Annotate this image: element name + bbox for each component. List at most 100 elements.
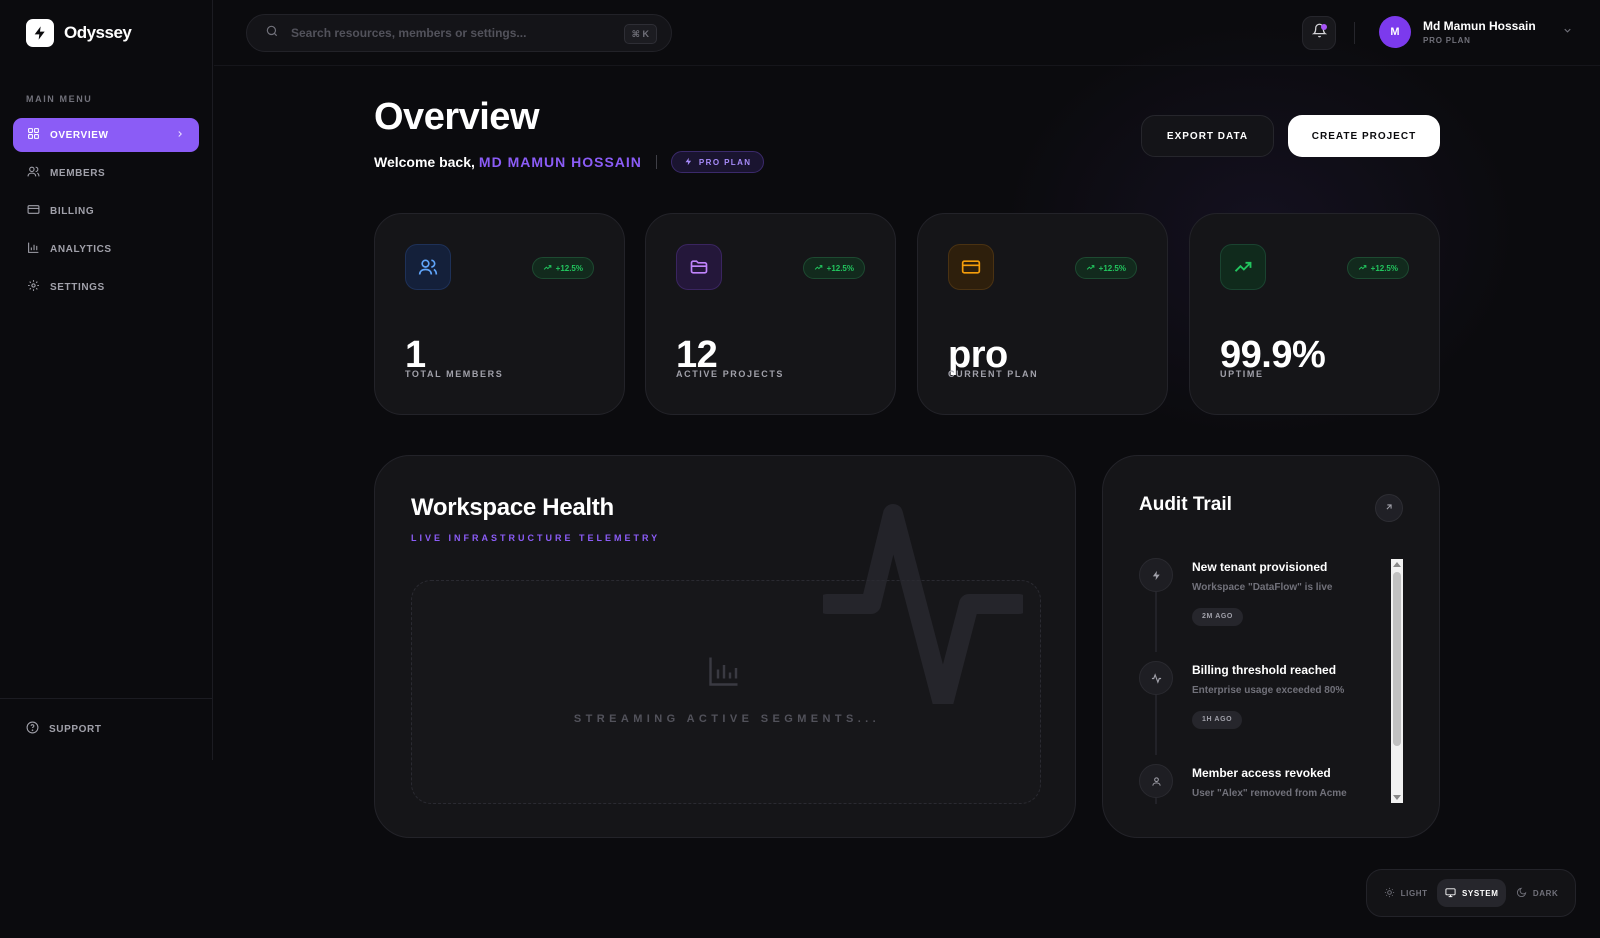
timestamp-badge: 2M AGO [1192, 608, 1243, 626]
trend-value: +12.5% [1370, 263, 1398, 273]
trending-up-icon [1220, 244, 1266, 290]
chevron-right-icon [175, 129, 185, 142]
sidebar-item-label: SETTINGS [50, 281, 105, 293]
trend-value: +12.5% [826, 263, 854, 273]
sidebar-item-billing[interactable]: BILLING [13, 194, 199, 228]
scroll-down-arrow-icon[interactable] [1393, 795, 1401, 800]
theme-switcher: LIGHT SYSTEM DARK [1366, 869, 1576, 917]
sidebar-item-analytics[interactable]: ANALYTICS [13, 232, 199, 266]
sidebar-nav: OVERVIEW MEMBERS BILLING ANALYTICS SETTI… [13, 118, 199, 308]
audit-trail-card: Audit Trail New tenant provisioned Works… [1102, 455, 1440, 838]
welcome-prefix: Welcome back, [374, 154, 475, 170]
theme-option-label: SYSTEM [1461, 888, 1499, 898]
stat-card-active-projects: +12.5% 12 ACTIVE PROJECTS [645, 213, 896, 415]
logo[interactable]: Odyssey [26, 19, 132, 47]
bar-chart-icon [27, 241, 40, 257]
stat-label: CURRENT PLAN [948, 369, 1039, 379]
sidebar-item-label: BILLING [50, 205, 95, 217]
trend-badge: +12.5% [531, 257, 594, 279]
support-label: SUPPORT [49, 723, 102, 735]
credit-card-icon [27, 203, 40, 219]
users-icon [405, 244, 451, 290]
topbar: ⌘ K M Md Mamun Hossain PRO PLAN [214, 0, 1600, 66]
export-data-button[interactable]: EXPORT DATA [1141, 115, 1274, 157]
trend-value: +12.5% [1098, 263, 1126, 273]
audit-item-title: Billing threshold reached [1192, 663, 1337, 677]
activity-icon [1139, 661, 1173, 695]
theme-option-dark[interactable]: DARK [1508, 879, 1567, 907]
scroll-up-arrow-icon[interactable] [1393, 562, 1401, 567]
avatar: M [1379, 16, 1411, 48]
trending-up-icon [543, 263, 552, 274]
search-icon [265, 24, 279, 43]
bolt-icon [684, 157, 693, 168]
stat-label: UPTIME [1220, 369, 1264, 379]
audit-item-title: New tenant provisioned [1192, 560, 1328, 574]
stat-card-uptime: +12.5% 99.9% UPTIME [1189, 213, 1440, 415]
timeline-connector [1155, 592, 1157, 652]
keyboard-shortcut-badge: ⌘ K [623, 24, 657, 44]
user-menu[interactable]: M Md Mamun Hossain PRO PLAN [1379, 16, 1573, 48]
timeline-connector [1155, 695, 1157, 755]
sidebar-item-label: ANALYTICS [50, 243, 112, 255]
card-title: Workspace Health [411, 494, 614, 521]
card-title: Audit Trail [1139, 494, 1232, 515]
sidebar-item-settings[interactable]: SETTINGS [13, 270, 199, 304]
sidebar-item-label: OVERVIEW [50, 129, 109, 141]
gear-icon [27, 279, 40, 295]
support-link[interactable]: SUPPORT [0, 698, 213, 737]
trend-value: +12.5% [555, 263, 583, 273]
sidebar-item-overview[interactable]: OVERVIEW [13, 118, 199, 152]
main-menu-label: MAIN MENU [26, 94, 93, 104]
streaming-status: STREAMING ACTIVE SEGMENTS... [573, 713, 881, 725]
monitor-icon [1445, 887, 1456, 900]
audit-item-description: Workspace "DataFlow" is live [1192, 582, 1333, 593]
list-item[interactable]: Billing threshold reached Enterprise usa… [1139, 661, 1379, 764]
chevron-down-icon [1562, 23, 1573, 41]
trending-up-icon [1086, 263, 1095, 274]
list-item[interactable]: New tenant provisioned Workspace "DataFl… [1139, 558, 1379, 661]
user-name: Md Mamun Hossain [1423, 19, 1536, 33]
app-name: Odyssey [64, 23, 132, 42]
folder-icon [676, 244, 722, 290]
theme-option-system[interactable]: SYSTEM [1436, 879, 1507, 907]
theme-option-label: DARK [1532, 888, 1559, 898]
sidebar-item-label: MEMBERS [50, 167, 106, 179]
theme-option-light[interactable]: LIGHT [1376, 879, 1436, 907]
card-subtitle: LIVE INFRASTRUCTURE TELEMETRY [411, 533, 661, 543]
notification-dot [1321, 24, 1327, 30]
audit-scrollbar[interactable] [1391, 559, 1403, 803]
notifications-button[interactable] [1302, 16, 1336, 50]
plan-badge: PRO PLAN [670, 151, 765, 173]
search-input[interactable] [291, 26, 611, 40]
bolt-icon [1139, 558, 1173, 592]
welcome-line: Welcome back, MD MAMUN HOSSAIN PRO PLAN [374, 151, 765, 173]
timestamp-badge: 1H AGO [1192, 711, 1243, 729]
bar-chart-icon [706, 653, 742, 694]
moon-icon [1516, 887, 1527, 900]
users-icon [27, 165, 40, 181]
list-item[interactable]: Member access revoked User "Alex" remove… [1139, 764, 1379, 804]
timeline-connector [1155, 798, 1157, 804]
stat-card-current-plan: +12.5% pro CURRENT PLAN [917, 213, 1168, 415]
create-project-button[interactable]: CREATE PROJECT [1288, 115, 1440, 157]
audit-item-description: Enterprise usage exceeded 80% [1192, 685, 1345, 696]
search-bar[interactable]: ⌘ K [246, 14, 672, 52]
divider [1354, 22, 1355, 44]
telemetry-placeholder: STREAMING ACTIVE SEGMENTS... [411, 580, 1041, 804]
open-audit-button[interactable] [1375, 494, 1403, 522]
trend-badge: +12.5% [1074, 257, 1137, 279]
stat-label: TOTAL MEMBERS [405, 369, 504, 379]
audit-list[interactable]: New tenant provisioned Workspace "DataFl… [1139, 558, 1379, 804]
trending-up-icon [1358, 263, 1367, 274]
stat-card-total-members: +12.5% 1 TOTAL MEMBERS [374, 213, 625, 415]
plan-badge-label: PRO PLAN [698, 157, 752, 167]
sun-icon [1384, 887, 1395, 900]
scroll-thumb[interactable] [1393, 572, 1401, 746]
page-title: Overview [374, 96, 540, 138]
user-info: Md Mamun Hossain PRO PLAN [1423, 19, 1536, 45]
workspace-health-card: Workspace Health LIVE INFRASTRUCTURE TEL… [374, 455, 1076, 838]
audit-item-title: Member access revoked [1192, 766, 1331, 780]
sidebar-item-members[interactable]: MEMBERS [13, 156, 199, 190]
credit-card-icon [948, 244, 994, 290]
